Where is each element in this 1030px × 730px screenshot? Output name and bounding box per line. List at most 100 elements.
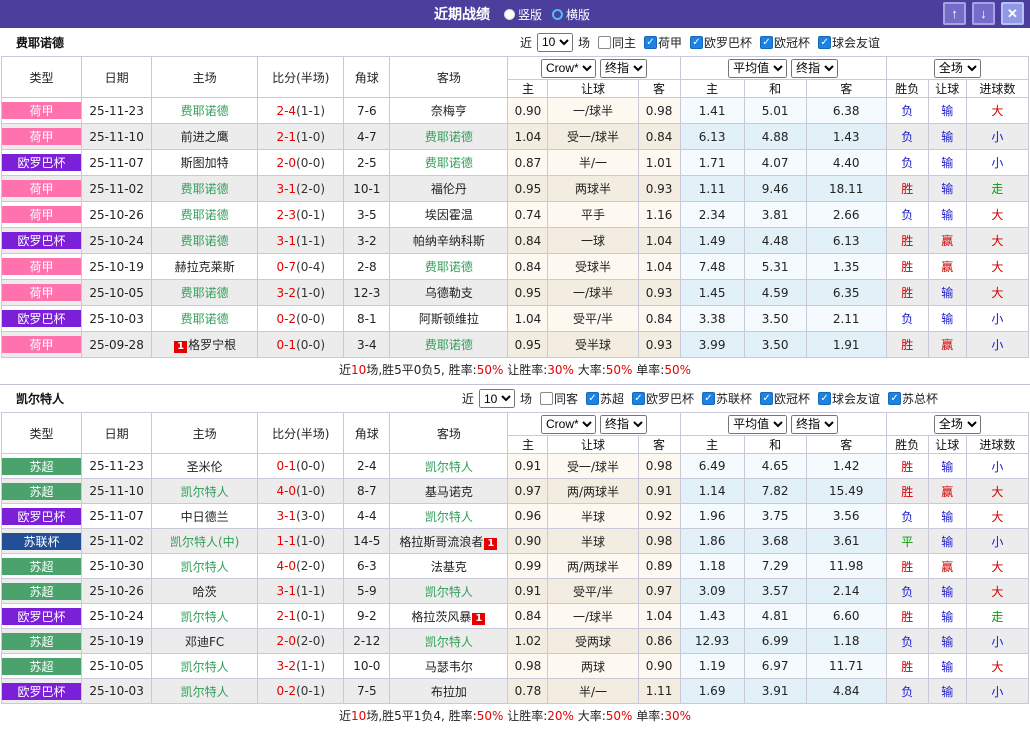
radio-vertical[interactable]: 竖版 — [504, 6, 542, 23]
odds-away: 0.98 — [638, 98, 680, 124]
match-row: 欧罗巴杯25-10-03费耶诺德0-2(0-0)8-1阿斯顿维拉1.04受平/半… — [2, 306, 1029, 332]
column-header: 客 — [806, 436, 886, 454]
match-row: 荷甲25-11-23费耶诺德2-4(1-1)7-6奈梅亨0.90一/球半0.98… — [2, 98, 1029, 124]
league-badge: 苏超 — [2, 658, 81, 675]
odds-source-select[interactable]: Crow* — [541, 415, 596, 434]
odds-source-select[interactable]: Crow* — [541, 59, 596, 78]
result-outcome: 胜 — [886, 454, 928, 479]
summary-segment: 近 — [339, 709, 351, 723]
column-header: 比分(半场) — [258, 413, 344, 454]
away-team: 凯尔特人 — [390, 454, 508, 479]
league-checkbox[interactable]: ✓球会友谊 — [818, 390, 880, 407]
avg-stage-select[interactable]: 终指 — [791, 415, 838, 434]
odds-home: 0.95 — [508, 280, 548, 306]
team-text: 凯尔特人 — [425, 510, 473, 524]
avg-away: 11.98 — [806, 554, 886, 579]
column-header: 客 — [638, 436, 680, 454]
result-outcome: 胜 — [886, 554, 928, 579]
match-count-select[interactable]: 10 — [537, 33, 573, 52]
league-checkbox[interactable]: ✓苏总杯 — [888, 390, 938, 407]
avg-stage-select[interactable]: 终指 — [791, 59, 838, 78]
same-venue-checkbox[interactable]: 同主 — [598, 34, 636, 51]
full-score: 4-0 — [276, 559, 296, 573]
full-score: 3-2 — [276, 286, 296, 300]
score: 2-4(1-1) — [258, 98, 344, 124]
corner-score: 12-3 — [344, 280, 390, 306]
result-goals: 小 — [966, 332, 1028, 358]
corner-score: 10-0 — [344, 654, 390, 679]
scope-select[interactable]: 全场 — [934, 415, 981, 434]
avg-draw: 3.50 — [744, 306, 806, 332]
avg-away: 6.13 — [806, 228, 886, 254]
match-date: 25-10-05 — [82, 280, 152, 306]
score: 3-1(1-1) — [258, 579, 344, 604]
odds-handicap: 受平/半 — [548, 306, 638, 332]
half-score: (2-0) — [296, 634, 325, 648]
league-checkbox[interactable]: ✓苏联杯 — [702, 390, 752, 407]
avg-away: 4.84 — [806, 679, 886, 704]
scope-select[interactable]: 全场 — [934, 59, 981, 78]
result-goals: 小 — [966, 150, 1028, 176]
result-outcome: 胜 — [886, 176, 928, 202]
full-score: 0-7 — [276, 260, 296, 274]
full-score: 3-1 — [276, 584, 296, 598]
match-date: 25-11-10 — [82, 124, 152, 150]
league-checkbox[interactable]: ✓球会友谊 — [818, 34, 880, 51]
average-select-group: 平均值终指 — [680, 57, 886, 80]
league-checkbox[interactable]: ✓欧罗巴杯 — [632, 390, 694, 407]
result-handicap: 输 — [928, 150, 966, 176]
avg-type-select[interactable]: 平均值 — [728, 415, 787, 434]
full-score: 1-1 — [276, 534, 296, 548]
match-row: 荷甲25-10-05费耶诺德3-2(1-0)12-3乌德勒支0.95一/球半0.… — [2, 280, 1029, 306]
match-row: 苏联杯25-11-02凯尔特人(中)1-1(1-0)14-5格拉斯哥流浪者10.… — [2, 529, 1029, 554]
match-row: 欧罗巴杯25-11-07斯图加特2-0(0-0)2-5费耶诺德0.87半/一1.… — [2, 150, 1029, 176]
league-badge: 荷甲 — [2, 102, 81, 119]
avg-draw: 7.29 — [744, 554, 806, 579]
avg-draw: 4.81 — [744, 604, 806, 629]
radio-horizontal[interactable]: 横版 — [552, 6, 590, 23]
team-text: 费耶诺德 — [425, 130, 473, 144]
near-label: 近 — [520, 34, 532, 51]
avg-away: 4.40 — [806, 150, 886, 176]
move-down-button[interactable]: ↓ — [972, 2, 995, 25]
odds-handicap: 一球 — [548, 228, 638, 254]
corner-score: 2-4 — [344, 454, 390, 479]
move-up-button[interactable]: ↑ — [943, 2, 966, 25]
same-venue-checkbox[interactable]: 同客 — [540, 390, 578, 407]
odds-away: 1.04 — [638, 228, 680, 254]
avg-type-select[interactable]: 平均值 — [728, 59, 787, 78]
team-text: 费耶诺德 — [181, 104, 229, 118]
result-goals: 大 — [966, 98, 1028, 124]
odds-stage-select[interactable]: 终指 — [600, 59, 647, 78]
league-checkbox[interactable]: ✓欧冠杯 — [760, 390, 810, 407]
avg-draw: 3.91 — [744, 679, 806, 704]
match-row: 荷甲25-11-02费耶诺德3-1(2-0)10-1福伦丹0.95两球半0.93… — [2, 176, 1029, 202]
match-count-select[interactable]: 10 — [479, 389, 515, 408]
team-text: 格拉茨风暴 — [411, 610, 471, 624]
same-venue-checkbox-label: 同客 — [554, 390, 578, 407]
column-header: 胜负 — [886, 80, 928, 98]
result-goals: 大 — [966, 479, 1028, 504]
league-checkbox[interactable]: ✓苏超 — [586, 390, 624, 407]
team-text: 凯尔特人 — [425, 460, 473, 474]
avg-home: 1.45 — [680, 280, 744, 306]
close-button[interactable]: ✕ — [1001, 2, 1024, 25]
result-handicap: 输 — [928, 454, 966, 479]
result-handicap: 赢 — [928, 254, 966, 280]
odds-away: 1.04 — [638, 254, 680, 280]
odds-stage-select[interactable]: 终指 — [600, 415, 647, 434]
odds-home: 0.91 — [508, 579, 548, 604]
half-score: (1-1) — [296, 659, 325, 673]
checkbox-unchecked-icon — [540, 392, 553, 405]
result-goals: 走 — [966, 604, 1028, 629]
match-date: 25-11-02 — [82, 176, 152, 202]
league-badge: 欧罗巴杯 — [2, 508, 81, 525]
home-team: 凯尔特人 — [152, 479, 258, 504]
full-score: 2-0 — [276, 634, 296, 648]
score: 3-1(1-1) — [258, 228, 344, 254]
league-checkbox-label: 球会友谊 — [832, 390, 880, 407]
league-checkbox[interactable]: ✓欧罗巴杯 — [690, 34, 752, 51]
home-team: 凯尔特人 — [152, 604, 258, 629]
league-checkbox[interactable]: ✓欧冠杯 — [760, 34, 810, 51]
league-checkbox[interactable]: ✓荷甲 — [644, 34, 682, 51]
